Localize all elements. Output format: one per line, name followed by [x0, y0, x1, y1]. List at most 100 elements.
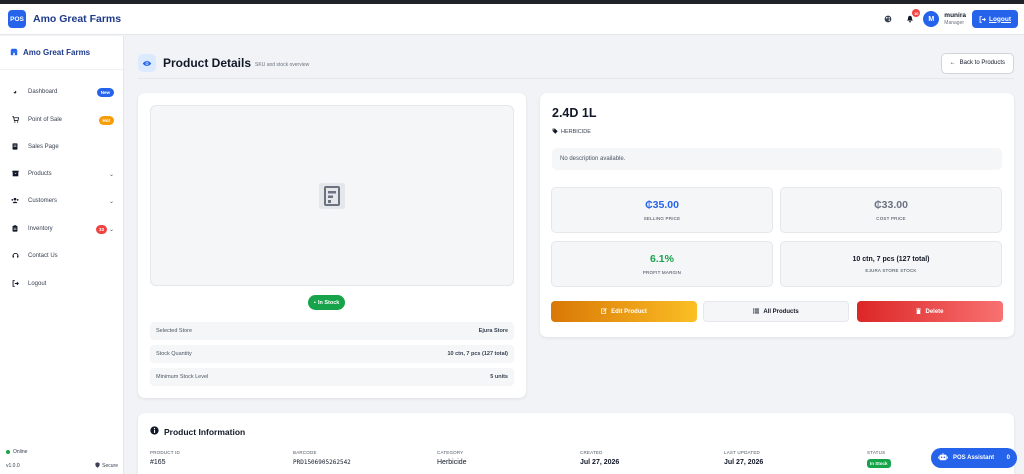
app-logo[interactable]: POS — [8, 10, 26, 28]
product-information-card: Product Information PRODUCT ID #165 BARC… — [138, 413, 1014, 474]
online-label: Online — [13, 449, 28, 455]
info-label: STATUS — [867, 450, 886, 455]
sidebar-item-label: Contact Us — [28, 253, 58, 259]
info-label: Minimum Stock Level — [156, 374, 209, 380]
stat-label: COST PRICE — [876, 216, 906, 221]
stat-label: PROFIT MARGIN — [642, 270, 682, 275]
all-products-button[interactable]: All Products — [703, 301, 849, 322]
inventory-count-badge: 33 — [95, 224, 107, 234]
tag-icon — [552, 128, 558, 136]
info-value: Herbicide — [437, 459, 467, 466]
stat-label: SELLING PRICE — [643, 216, 681, 221]
robot-icon — [938, 453, 948, 463]
product-description: No description available. — [552, 148, 1002, 170]
info-value: PRD1506905262542 — [293, 459, 351, 466]
info-value: 10 ctn, 7 pcs (127 total) — [447, 351, 508, 357]
sidebar: Amo Great Farms ◕ Dashboard New Point of… — [0, 36, 124, 474]
navbar-right: 10 M munira Manager Logout — [881, 9, 1018, 28]
secure-label: Secure — [102, 463, 118, 469]
stat-label: EJURA STORE STOCK — [865, 267, 917, 273]
hot-badge: Hot — [98, 115, 114, 125]
page-header: Product Details SKU and stock overview ←… — [138, 48, 1014, 79]
sidebar-item-logout[interactable]: Logout — [10, 277, 114, 291]
sidebar-item-customers[interactable]: Customers ⌄ — [10, 194, 114, 208]
chevron-down-icon: ⌄ — [108, 171, 114, 178]
avatar[interactable]: M — [923, 11, 940, 27]
sidebar-item-products[interactable]: Products ⌄ — [10, 167, 114, 181]
user-info[interactable]: munira Manager — [944, 12, 966, 26]
info-label: CATEGORY — [437, 450, 464, 455]
info-status: STATUS In Stock — [867, 450, 891, 468]
edit-product-button[interactable]: Edit Product — [551, 301, 697, 322]
info-value: Ejura Store — [478, 328, 508, 334]
stat-profit-margin: 6.1% PROFIT MARGIN — [551, 241, 773, 287]
stat-value: 6.1% — [650, 253, 674, 265]
info-label: Stock Quantity — [156, 351, 192, 357]
secure-indicator: Secure — [95, 462, 118, 470]
product-image-card: ▪ In Stock Selected Store Ejura Store St… — [138, 93, 526, 398]
sidebar-item-contact-us[interactable]: Contact Us — [10, 249, 114, 263]
edit-icon — [601, 307, 607, 316]
status-badge: In Stock — [867, 459, 891, 468]
new-badge: New — [96, 87, 114, 97]
box-icon: ▪ — [314, 299, 316, 306]
stat-selling-price: ₵35.00 SELLING PRICE — [551, 187, 773, 233]
assistant-label: POS Assistant — [953, 455, 995, 461]
top-navbar: POS Amo Great Farms 10 M munira Manager … — [0, 4, 1024, 35]
stock-status-badge: ▪ In Stock — [308, 295, 346, 310]
stat-value: 10 ctn, 7 pcs (127 total) — [852, 255, 930, 263]
shield-icon — [95, 462, 100, 470]
all-products-label: All Products — [763, 308, 799, 315]
user-name: munira — [944, 11, 966, 19]
pos-assistant-button[interactable]: POS Assistant 0 — [931, 448, 1017, 468]
info-label: LAST UPDATED — [724, 450, 760, 455]
sidebar-item-sales-page[interactable]: Sales Page — [10, 140, 114, 154]
info-label: PRODUCT ID — [150, 450, 180, 455]
sidebar-item-label: Inventory — [28, 226, 53, 232]
version-label: v1.0.0 — [6, 463, 20, 469]
back-to-products-button[interactable]: ← Back to Products — [940, 52, 1014, 74]
online-dot — [6, 450, 10, 454]
info-value: Jul 27, 2026 — [580, 459, 620, 466]
stat-value: ₵33.00 — [874, 199, 908, 211]
logout-button[interactable]: Logout — [971, 10, 1018, 28]
info-product-id: PRODUCT ID #165 — [150, 450, 180, 466]
edit-product-label: Edit Product — [611, 308, 647, 315]
chevron-down-icon: ⌄ — [108, 198, 114, 205]
box-icon — [10, 170, 20, 179]
sidebar-item-label: Logout — [28, 281, 47, 287]
product-image-placeholder — [150, 105, 514, 286]
notification-count: 10 — [912, 9, 921, 17]
sidebar-item-label: Customers — [28, 198, 58, 204]
eye-icon — [138, 54, 156, 72]
info-created: CREATED Jul 27, 2026 — [580, 450, 619, 466]
assistant-count: 0 — [1006, 455, 1010, 461]
category-label: HERBICIDE — [561, 129, 591, 135]
clipboard-icon — [10, 224, 20, 234]
brand-name[interactable]: Amo Great Farms — [33, 13, 121, 25]
delete-label: Delete — [925, 308, 944, 315]
image-placeholder-icon — [319, 182, 345, 209]
arrow-left-icon: ← — [949, 60, 956, 66]
info-label: CREATED — [580, 450, 603, 455]
store-icon — [10, 48, 18, 58]
palette-icon[interactable] — [881, 12, 895, 26]
info-row-minimum-stock: Minimum Stock Level 5 units — [150, 368, 514, 386]
headset-icon — [10, 252, 20, 261]
delete-button[interactable]: Delete — [857, 301, 1003, 322]
sidebar-footer: v1.0.0 Secure — [6, 462, 118, 470]
stat-value: ₵35.00 — [645, 199, 679, 211]
sidebar-brand: Amo Great Farms — [23, 48, 91, 57]
sidebar-item-inventory[interactable]: Inventory 33 ⌄ — [10, 222, 114, 236]
info-last-updated: LAST UPDATED Jul 27, 2026 — [724, 450, 763, 466]
sidebar-item-point-of-sale[interactable]: Point of Sale Hot — [10, 113, 114, 127]
info-row-selected-store: Selected Store Ejura Store — [150, 322, 514, 340]
sidebar-item-dashboard[interactable]: ◕ Dashboard New — [10, 85, 114, 99]
bell-icon[interactable]: 10 — [903, 9, 921, 26]
users-icon — [10, 197, 20, 206]
info-value: #165 — [150, 459, 166, 466]
section-title: Product Information — [164, 426, 246, 437]
info-row-stock-quantity: Stock Quantity 10 ctn, 7 pcs (127 total) — [150, 345, 514, 363]
stat-store-stock: 10 ctn, 7 pcs (127 total) EJURA STORE ST… — [780, 241, 1002, 287]
sidebar-header: Amo Great Farms — [0, 36, 123, 70]
